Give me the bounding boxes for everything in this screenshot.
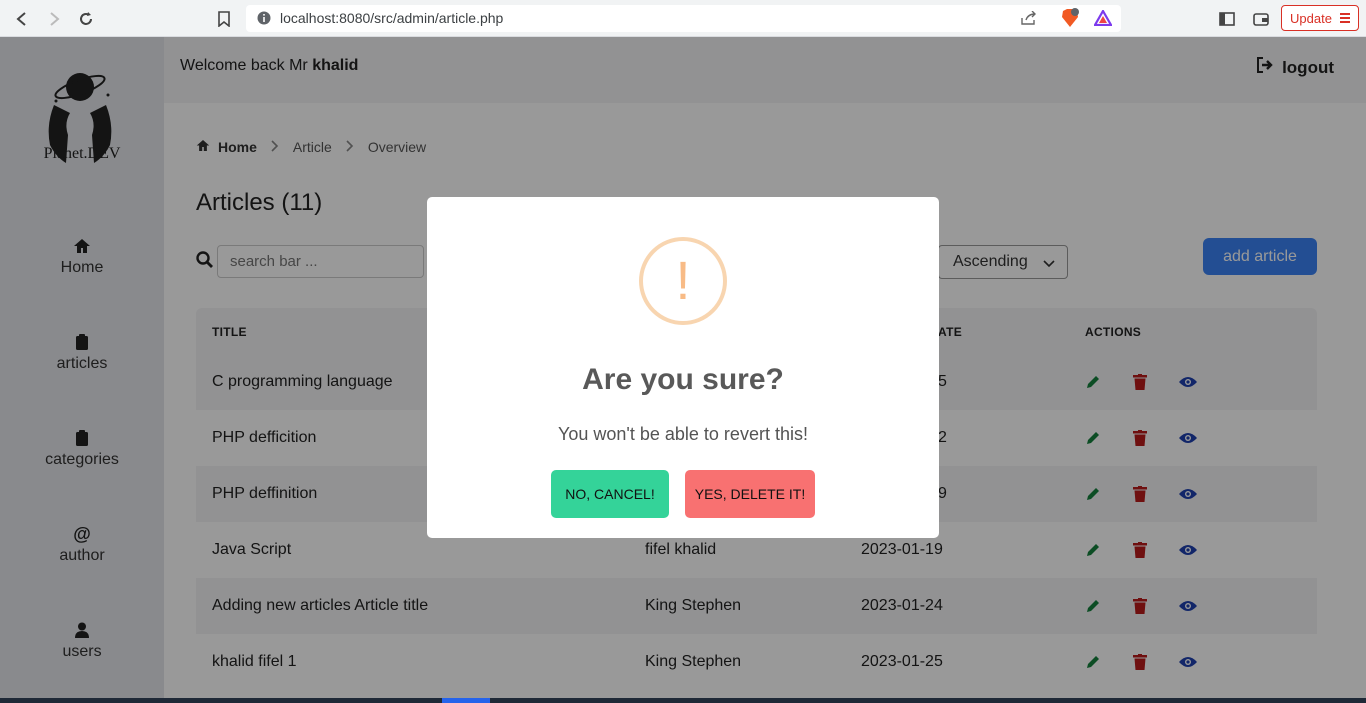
update-button[interactable]: Update [1281,5,1359,31]
cancel-button[interactable]: NO, CANCEL! [551,470,669,518]
wallet-icon[interactable] [1250,8,1272,30]
confirm-dialog: ! Are you sure? You won't be able to rev… [427,197,939,538]
taskbar-strip [0,698,1366,703]
dialog-text: You won't be able to revert this! [558,424,808,444]
dialog-title: Are you sure? [582,363,784,396]
forward-icon[interactable] [43,8,65,30]
warning-icon: ! [639,237,727,325]
sidebar-toggle-icon[interactable] [1216,8,1238,30]
brave-shield-icon[interactable] [1061,8,1079,33]
address-bar[interactable]: localhost:8080/src/admin/article.php [246,5,1121,32]
menu-icon [1340,13,1350,25]
brave-rewards-icon[interactable] [1093,8,1113,31]
browser-toolbar: localhost:8080/src/admin/article.php Upd… [0,0,1366,37]
url-text: localhost:8080/src/admin/article.php [280,10,504,26]
info-icon [257,11,271,30]
bookmark-icon[interactable] [213,8,235,30]
back-icon[interactable] [11,8,33,30]
reload-icon[interactable] [75,8,97,30]
share-icon[interactable] [1021,10,1037,30]
confirm-delete-button[interactable]: YES, DELETE IT! [685,470,815,518]
update-label: Update [1290,10,1332,26]
